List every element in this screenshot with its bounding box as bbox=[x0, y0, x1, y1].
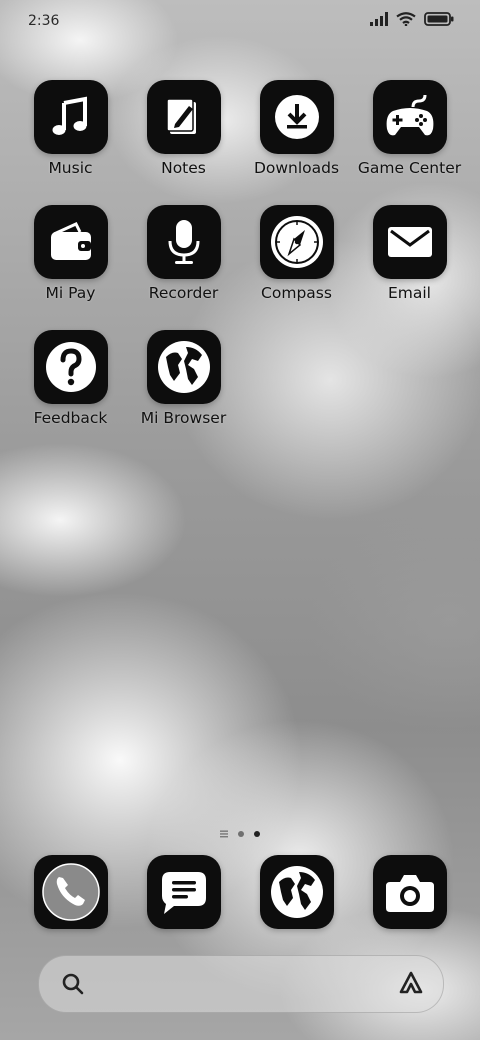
app-label: Mi Pay bbox=[45, 284, 96, 302]
page-indicator[interactable] bbox=[0, 830, 480, 838]
app-mi-browser[interactable]: Mi Browser bbox=[127, 330, 240, 427]
messages-icon bbox=[146, 855, 221, 929]
app-label: Feedback bbox=[33, 409, 108, 427]
app-label: Email bbox=[387, 284, 431, 302]
dock-messages[interactable] bbox=[127, 855, 240, 929]
signal-icon bbox=[370, 12, 388, 26]
wifi-icon bbox=[396, 12, 416, 26]
battery-icon bbox=[424, 12, 454, 26]
status-icons bbox=[370, 12, 454, 26]
search-bar[interactable] bbox=[38, 955, 444, 1013]
app-downloads[interactable]: Downloads bbox=[240, 80, 353, 177]
notes-pencil-icon bbox=[146, 80, 221, 154]
app-label: Game Center bbox=[357, 159, 462, 177]
wallet-icon bbox=[33, 205, 108, 279]
app-compass[interactable]: Compass bbox=[240, 205, 353, 302]
app-email[interactable]: Email bbox=[353, 205, 466, 302]
page-dot-active[interactable] bbox=[254, 831, 260, 837]
status-bar: 2:36 bbox=[0, 0, 480, 42]
compass-icon bbox=[259, 205, 334, 279]
app-recorder[interactable]: Recorder bbox=[127, 205, 240, 302]
camera-icon bbox=[372, 855, 447, 929]
globe-icon bbox=[259, 855, 334, 929]
question-icon bbox=[33, 330, 108, 404]
app-label: Downloads bbox=[253, 159, 340, 177]
music-note-icon bbox=[33, 80, 108, 154]
globe-icon bbox=[146, 330, 221, 404]
app-label: Notes bbox=[161, 159, 206, 177]
dock-camera[interactable] bbox=[353, 855, 466, 929]
envelope-icon bbox=[372, 205, 447, 279]
download-icon bbox=[259, 80, 334, 154]
app-feedback[interactable]: Feedback bbox=[14, 330, 127, 427]
dock-phone[interactable] bbox=[14, 855, 127, 929]
app-mi-pay[interactable]: Mi Pay bbox=[14, 205, 127, 302]
gamepad-icon bbox=[372, 80, 447, 154]
list-page-icon[interactable] bbox=[220, 830, 228, 838]
dock-browser[interactable] bbox=[240, 855, 353, 929]
phone-icon bbox=[33, 855, 108, 929]
page-dot[interactable] bbox=[238, 831, 244, 837]
app-label: Compass bbox=[261, 284, 332, 302]
app-game-center[interactable]: Game Center bbox=[353, 80, 466, 177]
search-icon bbox=[62, 973, 84, 995]
assistant-icon[interactable] bbox=[397, 970, 425, 996]
app-label: Music bbox=[48, 159, 93, 177]
app-label: Mi Browser bbox=[140, 409, 227, 427]
microphone-icon bbox=[146, 205, 221, 279]
app-notes[interactable]: Notes bbox=[127, 80, 240, 177]
dock bbox=[14, 855, 466, 935]
app-label: Recorder bbox=[148, 284, 219, 302]
app-music[interactable]: Music bbox=[14, 80, 127, 177]
status-time: 2:36 bbox=[28, 13, 60, 29]
